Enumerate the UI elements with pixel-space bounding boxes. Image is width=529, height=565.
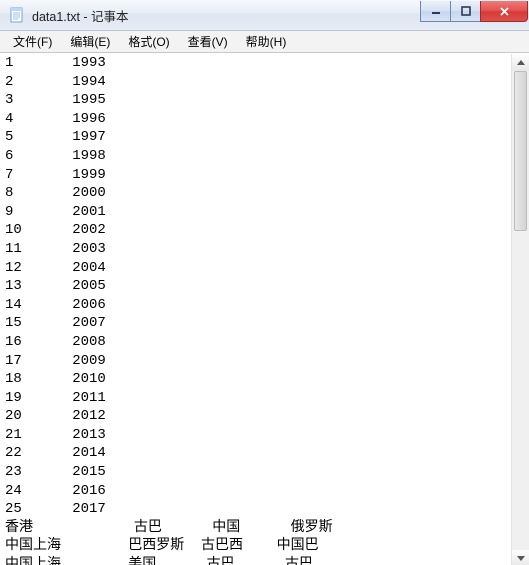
titlebar[interactable]: data1.txt - 记事本 xyxy=(0,0,529,31)
scroll-thumb[interactable] xyxy=(514,71,527,231)
text-line: 11 2003 xyxy=(5,241,106,257)
menu-file[interactable]: 文件(F) xyxy=(4,31,61,52)
menu-help[interactable]: 帮助(H) xyxy=(237,31,296,52)
text-line: 香港 古巴 中国 俄罗斯 xyxy=(5,520,333,536)
text-line: 14 2006 xyxy=(5,297,106,313)
text-line: 13 2005 xyxy=(5,278,106,294)
close-button[interactable] xyxy=(480,1,528,22)
menubar: 文件(F) 编辑(E) 格式(O) 查看(V) 帮助(H) xyxy=(0,31,529,53)
vertical-scrollbar[interactable] xyxy=(511,54,529,565)
text-line: 21 2013 xyxy=(5,427,106,443)
text-line: 10 2002 xyxy=(5,222,106,238)
text-line: 17 2009 xyxy=(5,353,106,369)
minimize-icon xyxy=(431,6,441,16)
text-line: 19 2011 xyxy=(5,390,106,406)
menu-view[interactable]: 查看(V) xyxy=(179,31,237,52)
text-line: 16 2008 xyxy=(5,334,106,350)
text-line: 4 1996 xyxy=(5,111,106,127)
text-line: 18 2010 xyxy=(5,371,106,387)
text-line: 5 1997 xyxy=(5,129,106,145)
text-line: 中国上海 巴西罗斯 古巴西 中国巴 xyxy=(5,538,319,554)
text-content[interactable]: 1 1993 2 1994 3 1995 4 1996 5 1997 6 199… xyxy=(2,54,511,565)
text-line: 中国上海 美国 古巴 古巴 xyxy=(5,557,313,565)
notepad-icon xyxy=(8,6,26,24)
minimize-button[interactable] xyxy=(420,1,450,22)
text-line: 2 1994 xyxy=(5,74,106,90)
scroll-up-button[interactable] xyxy=(512,54,529,71)
text-line: 24 2016 xyxy=(5,483,106,499)
chevron-up-icon xyxy=(517,60,525,65)
text-line: 15 2007 xyxy=(5,315,106,331)
window-buttons xyxy=(420,1,528,22)
text-line: 9 2001 xyxy=(5,204,106,220)
text-line: 25 2017 xyxy=(5,501,106,517)
text-line: 22 2014 xyxy=(5,445,106,461)
text-line: 20 2012 xyxy=(5,408,106,424)
notepad-window: data1.txt - 记事本 文件(F) 编辑(E) 格式(O) 查看(V) … xyxy=(0,0,529,565)
chevron-down-icon xyxy=(517,556,525,561)
scroll-down-button[interactable] xyxy=(512,550,529,565)
scroll-track[interactable] xyxy=(512,71,529,550)
text-line: 7 1999 xyxy=(5,167,106,183)
text-line: 12 2004 xyxy=(5,260,106,276)
maximize-icon xyxy=(461,6,471,16)
text-line: 1 1993 xyxy=(5,55,106,71)
text-line: 6 1998 xyxy=(5,148,106,164)
text-line: 3 1995 xyxy=(5,92,106,108)
text-line: 8 2000 xyxy=(5,185,106,201)
menu-edit[interactable]: 编辑(E) xyxy=(61,31,119,52)
editor-area: 1 1993 2 1994 3 1995 4 1996 5 1997 6 199… xyxy=(0,53,529,565)
text-line: 23 2015 xyxy=(5,464,106,480)
window-title: data1.txt - 记事本 xyxy=(32,6,420,25)
close-icon xyxy=(499,6,510,17)
maximize-button[interactable] xyxy=(450,1,480,22)
menu-format[interactable]: 格式(O) xyxy=(119,31,178,52)
